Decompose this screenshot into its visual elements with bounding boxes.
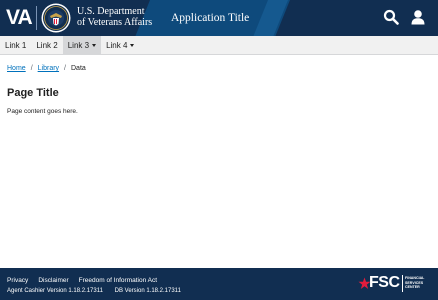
nav-link-4[interactable]: Link 4 — [101, 36, 139, 55]
application-title: Application Title — [171, 12, 250, 24]
nav-link-label: Link 2 — [36, 41, 58, 50]
footer-link-foia[interactable]: Freedom of Information Act — [79, 277, 157, 284]
breadcrumb: Home / Library / Data — [7, 65, 86, 72]
fsc-logo-text: FSC — [369, 274, 400, 291]
agent-version: Agent Cashier Version 1.18.2.17311 — [7, 288, 103, 294]
version-info: Agent Cashier Version 1.18.2.17311 DB Ve… — [7, 288, 181, 294]
chevron-down-icon — [92, 44, 97, 47]
breadcrumb-home[interactable]: Home — [7, 65, 26, 72]
page-content: Page content goes here. — [7, 108, 78, 115]
footer-link-privacy[interactable]: Privacy — [7, 277, 28, 284]
department-name: U.S. Department of Veterans Affairs — [77, 6, 152, 28]
breadcrumb-separator: / — [30, 65, 33, 72]
fsc-logo-subtitle: FINANCIAL SERVICES CENTER — [405, 276, 424, 290]
app-header: VA U.S. Department of Veterans Affairs A… — [0, 0, 438, 36]
department-line-1: U.S. Department — [77, 6, 145, 17]
nav-link-1[interactable]: Link 1 — [0, 36, 31, 55]
logo-divider — [36, 6, 37, 30]
main-nav: Link 1 Link 2 Link 3 Link 4 — [0, 36, 438, 55]
nav-link-label: Link 4 — [106, 41, 128, 50]
breadcrumb-current: Data — [71, 65, 86, 72]
footer-link-disclaimer[interactable]: Disclaimer — [38, 277, 68, 284]
user-icon[interactable] — [410, 9, 426, 25]
breadcrumb-library[interactable]: Library — [38, 65, 59, 72]
fsc-sub-line-1: FINANCIAL — [405, 276, 425, 280]
search-icon[interactable] — [383, 9, 399, 25]
nav-link-label: Link 3 — [67, 41, 90, 50]
footer-links: Privacy Disclaimer Freedom of Informatio… — [7, 277, 167, 284]
department-line-2: of Veterans Affairs — [77, 17, 153, 28]
nav-link-3[interactable]: Link 3 — [62, 36, 102, 55]
chevron-down-icon — [130, 44, 135, 47]
nav-link-label: Link 1 — [5, 41, 27, 50]
va-logo-mark[interactable]: VA — [6, 5, 33, 31]
fsc-logo-divider — [402, 275, 403, 292]
page-title: Page Title — [7, 87, 59, 99]
db-version: DB Version 1.18.2.17311 — [114, 288, 181, 294]
va-seal-icon — [41, 3, 71, 33]
nav-link-2[interactable]: Link 2 — [31, 36, 62, 55]
fsc-logo: FSC FINANCIAL SERVICES CENTER — [358, 273, 432, 295]
fsc-sub-line-3: CENTER — [405, 285, 420, 290]
breadcrumb-separator: / — [64, 65, 66, 72]
